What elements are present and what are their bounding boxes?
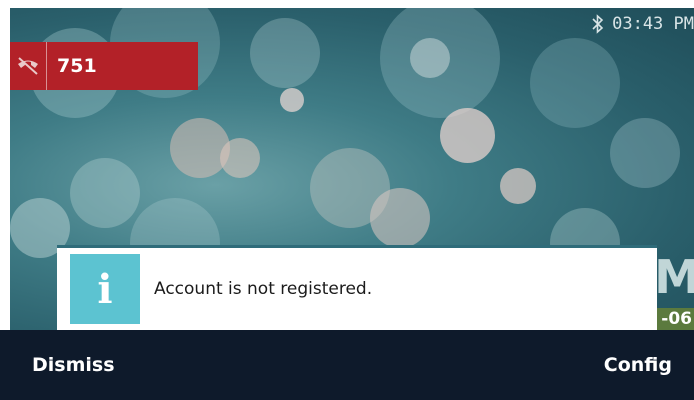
popup-message: Account is not registered. — [154, 279, 373, 299]
softkey-bar: Dismiss Config — [0, 330, 694, 400]
phone-off-icon — [10, 42, 47, 90]
bluetooth-icon — [592, 14, 604, 34]
idle-clock-partial: M — [654, 250, 694, 304]
info-icon: i — [70, 254, 140, 324]
notification-popup: i Account is not registered. — [57, 245, 657, 330]
clock: 03:43 PM — [612, 14, 694, 34]
dismiss-button[interactable]: Dismiss — [0, 340, 137, 390]
config-button[interactable]: Config — [582, 340, 694, 390]
idle-date-partial: -06 — [652, 308, 694, 330]
status-bar: 03:43 PM — [590, 14, 694, 34]
line-key-751[interactable]: 751 — [10, 42, 198, 90]
line-key-label: 751 — [57, 55, 97, 77]
